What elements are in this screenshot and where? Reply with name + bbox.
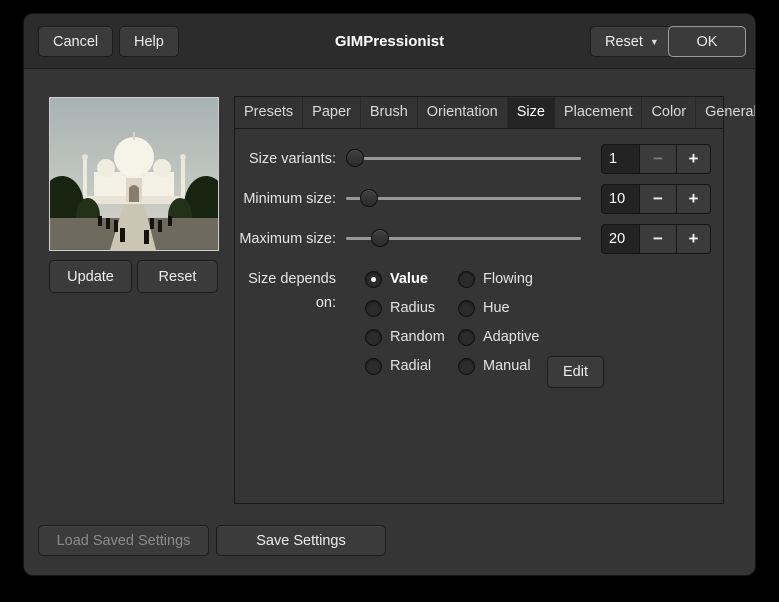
slider-thumb[interactable] [346,149,364,167]
edit-button[interactable]: Edit [547,356,604,388]
reset-dropdown-label: Reset [605,34,643,50]
maximum-size-row: Maximum size: 20 − + [235,223,723,255]
radio-button-icon[interactable] [365,329,382,346]
tab-paper[interactable]: Paper [303,97,361,128]
tab-bar: Presets Paper Brush Orientation Size Pla… [235,97,723,129]
minimum-size-minus-icon[interactable]: − [639,184,677,214]
size-tab-content: Size variants: 1 − + Minimum size: 10 − … [235,129,723,503]
radio-button-icon[interactable] [365,358,382,375]
slider-track[interactable] [346,197,581,200]
maximum-size-plus-icon[interactable]: + [677,224,711,254]
chevron-down-icon: ▼ [650,38,659,47]
size-variants-slider[interactable] [346,143,581,175]
tab-size[interactable]: Size [508,97,555,128]
preview-image [49,97,219,251]
radio-radius[interactable]: Radius [365,296,435,320]
maximum-size-minus-icon[interactable]: − [639,224,677,254]
update-button[interactable]: Update [49,260,132,293]
radio-manual[interactable]: Manual [458,354,531,378]
header-bar: Cancel Help GIMPressionist Reset ▼ OK [24,14,755,69]
load-saved-settings-button[interactable]: Load Saved Settings [38,525,209,556]
tab-brush[interactable]: Brush [361,97,418,128]
minimum-size-value[interactable]: 10 [601,184,639,214]
gimpressionist-dialog: Cancel Help GIMPressionist Reset ▼ OK [24,14,755,575]
radio-flowing[interactable]: Flowing [458,267,533,291]
radio-button-icon[interactable] [365,300,382,317]
minimum-size-label: Minimum size: [235,183,336,215]
save-settings-button[interactable]: Save Settings [216,525,386,556]
radio-flowing-label[interactable]: Flowing [483,271,533,287]
slider-thumb[interactable] [371,229,389,247]
help-button[interactable]: Help [119,26,179,57]
tab-general[interactable]: General [696,97,755,128]
tab-presets[interactable]: Presets [235,97,303,128]
size-variants-minus-icon[interactable]: − [639,144,677,174]
radio-button-icon[interactable] [458,329,475,346]
minimum-size-slider[interactable] [346,183,581,215]
size-variants-plus-icon[interactable]: + [677,144,711,174]
radio-hue[interactable]: Hue [458,296,510,320]
tab-orientation[interactable]: Orientation [418,97,508,128]
minimum-size-row: Minimum size: 10 − + [235,183,723,215]
radio-adaptive[interactable]: Adaptive [458,325,539,349]
radio-button-icon[interactable] [458,358,475,375]
radio-button-icon[interactable] [458,300,475,317]
radio-adaptive-label[interactable]: Adaptive [483,329,539,345]
tab-color[interactable]: Color [642,97,696,128]
minimum-size-plus-icon[interactable]: + [677,184,711,214]
radio-value-label[interactable]: Value [390,271,428,287]
radio-random-label[interactable]: Random [390,329,445,345]
settings-notebook: Presets Paper Brush Orientation Size Pla… [234,96,724,504]
slider-track[interactable] [346,157,581,160]
size-variants-value[interactable]: 1 [601,144,639,174]
radio-hue-label[interactable]: Hue [483,300,510,316]
size-depends-label: Size depends on: [235,267,336,315]
reset-dropdown-button[interactable]: Reset ▼ [590,26,674,57]
size-variants-label: Size variants: [235,143,336,175]
cancel-button[interactable]: Cancel [38,26,113,57]
radio-button-icon[interactable] [458,271,475,288]
radio-manual-label[interactable]: Manual [483,358,531,374]
radio-radius-label[interactable]: Radius [390,300,435,316]
radio-radial-label[interactable]: Radial [390,358,431,374]
radio-radial[interactable]: Radial [365,354,431,378]
preview-reset-button[interactable]: Reset [137,260,218,293]
radio-value[interactable]: Value [365,267,428,291]
maximum-size-value[interactable]: 20 [601,224,639,254]
ok-button[interactable]: OK [668,26,746,57]
radio-button-icon[interactable] [365,271,382,288]
slider-thumb[interactable] [360,189,378,207]
tab-placement[interactable]: Placement [555,97,643,128]
size-variants-row: Size variants: 1 − + [235,143,723,175]
radio-random[interactable]: Random [365,325,445,349]
maximum-size-slider[interactable] [346,223,581,255]
maximum-size-label: Maximum size: [235,223,336,255]
